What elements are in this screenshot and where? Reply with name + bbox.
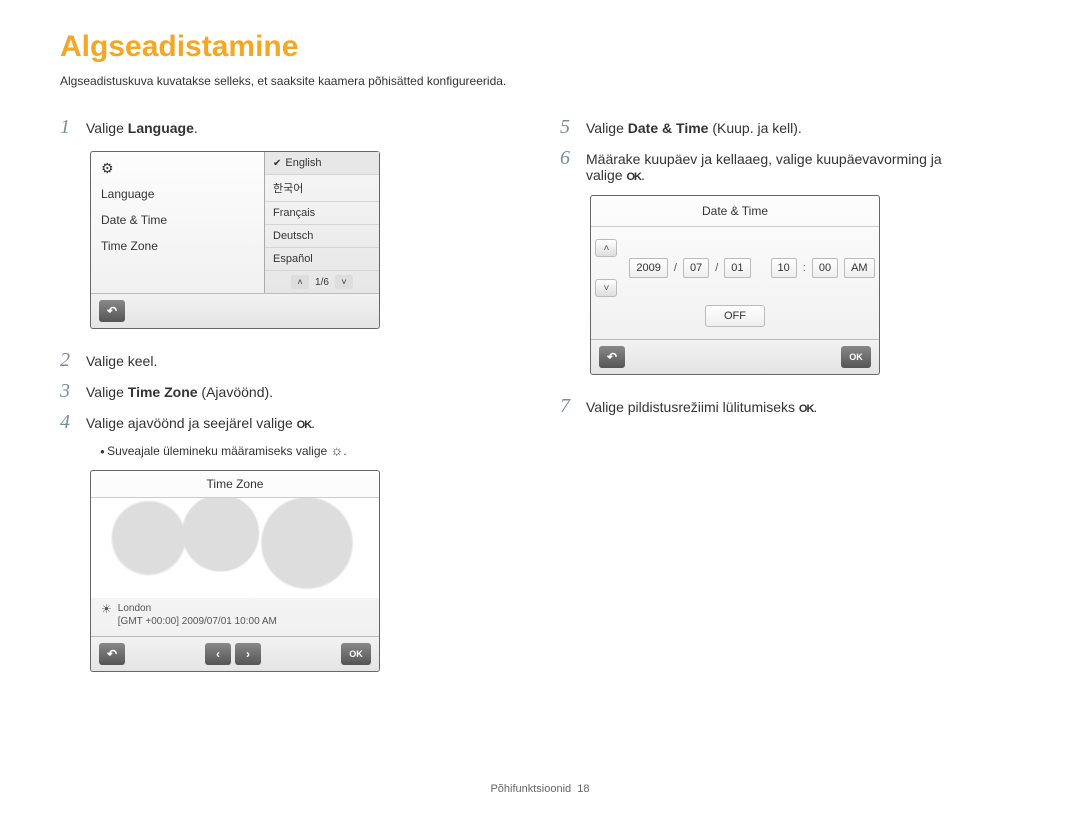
language-option-deutsch[interactable]: Deutsch bbox=[265, 225, 379, 248]
step-2: 2 Valige keel. bbox=[60, 349, 520, 372]
step-6: 6 Määrake kuupäev ja kellaaeg, valige ku… bbox=[560, 147, 1020, 183]
timezone-city: London bbox=[118, 602, 277, 615]
dst-sun-icon bbox=[331, 444, 344, 458]
ok-icon: OK bbox=[626, 171, 641, 183]
step-bold: Language bbox=[128, 120, 194, 136]
time-separator: : bbox=[803, 262, 806, 274]
pager-down-icon[interactable]: ˅ bbox=[335, 275, 353, 289]
language-option-english[interactable]: English bbox=[265, 152, 379, 175]
back-button[interactable]: ↶ bbox=[99, 643, 125, 665]
step-text: valige bbox=[586, 167, 626, 183]
year-cell[interactable]: 2009 bbox=[629, 258, 667, 278]
step-text: (Kuup. ja kell). bbox=[708, 120, 801, 136]
step-3: 3 Valige Time Zone (Ajavöönd). bbox=[60, 380, 520, 403]
up-arrow-button[interactable]: ˄ bbox=[595, 239, 617, 257]
date-separator: / bbox=[715, 262, 718, 274]
back-button[interactable]: ↶ bbox=[599, 346, 625, 368]
language-pager: ˄ 1/6 ˅ bbox=[265, 271, 379, 293]
minute-cell[interactable]: 00 bbox=[812, 258, 838, 278]
step-number: 2 bbox=[60, 349, 78, 372]
pager-text: 1/6 bbox=[315, 277, 329, 288]
check-icon bbox=[273, 157, 281, 169]
page-title: Algseadistamine bbox=[60, 30, 1020, 64]
step-text: Valige bbox=[586, 120, 628, 136]
step-text: Valige bbox=[86, 384, 128, 400]
right-arrow-button[interactable]: › bbox=[235, 643, 261, 665]
step-number: 4 bbox=[60, 411, 78, 434]
pager-up-icon[interactable]: ˄ bbox=[291, 275, 309, 289]
step-bold: Date & Time bbox=[628, 120, 709, 136]
ampm-cell[interactable]: AM bbox=[844, 258, 875, 278]
step-7: 7 Valige pildistusrežiimi lülitumiseks O… bbox=[560, 395, 1020, 418]
step-number: 5 bbox=[560, 116, 578, 139]
back-button[interactable]: ↶ bbox=[99, 300, 125, 322]
datetime-header: Date & Time bbox=[591, 196, 879, 227]
step-text: Määrake kuupäev ja kellaaeg, valige kuup… bbox=[586, 151, 942, 167]
language-option-korean[interactable]: 한국어 bbox=[265, 175, 379, 202]
language-panel: ⚙ Language Date & Time Time Zone English… bbox=[90, 151, 380, 329]
step-text: . bbox=[194, 120, 198, 136]
date-format-off[interactable]: OFF bbox=[705, 305, 765, 327]
world-map[interactable] bbox=[91, 498, 379, 598]
language-option-espanol[interactable]: Español bbox=[265, 248, 379, 271]
step-number: 3 bbox=[60, 380, 78, 403]
gear-icon: ⚙ bbox=[101, 160, 254, 181]
timezone-panel: Time Zone ☀ London [GMT +00:00] 2009/07/… bbox=[90, 470, 380, 672]
step-text: Valige bbox=[86, 120, 128, 136]
day-cell[interactable]: 01 bbox=[724, 258, 750, 278]
hour-cell[interactable]: 10 bbox=[771, 258, 797, 278]
language-option-francais[interactable]: Français bbox=[265, 202, 379, 225]
timezone-detail: [GMT +00:00] 2009/07/01 10:00 AM bbox=[118, 615, 277, 628]
intro-text: Algseadistuskuva kuvatakse selleks, et s… bbox=[60, 74, 1020, 88]
datetime-panel: Date & Time ˄ ˅ 2009 / 07 / 01 10 : 00 bbox=[590, 195, 880, 375]
menu-item-date-time[interactable]: Date & Time bbox=[101, 207, 254, 233]
ok-button[interactable]: OK bbox=[841, 346, 871, 368]
sun-icon[interactable]: ☀ bbox=[101, 602, 112, 616]
step-4-sub: Suveajale ülemineku määramiseks valige . bbox=[100, 442, 520, 458]
step-text: Valige ajavöönd ja seejärel valige bbox=[86, 415, 297, 431]
ok-icon: OK bbox=[297, 419, 312, 431]
page-footer: Põhifunktsioonid 18 bbox=[0, 783, 1080, 795]
step-text: Valige keel. bbox=[86, 353, 157, 369]
step-text: Valige pildistusrežiimi lülitumiseks bbox=[586, 399, 799, 415]
month-cell[interactable]: 07 bbox=[683, 258, 709, 278]
menu-item-language[interactable]: Language bbox=[101, 181, 254, 207]
step-number: 6 bbox=[560, 147, 578, 170]
down-arrow-button[interactable]: ˅ bbox=[595, 279, 617, 297]
step-4: 4 Valige ajavöönd ja seejärel valige OK. bbox=[60, 411, 520, 434]
timezone-header: Time Zone bbox=[91, 471, 379, 498]
ok-icon: OK bbox=[799, 403, 814, 415]
step-number: 1 bbox=[60, 116, 78, 139]
date-separator: / bbox=[674, 262, 677, 274]
step-bold: Time Zone bbox=[128, 384, 198, 400]
menu-item-time-zone[interactable]: Time Zone bbox=[101, 233, 254, 259]
step-5: 5 Valige Date & Time (Kuup. ja kell). bbox=[560, 116, 1020, 139]
step-1: 1 Valige Language. bbox=[60, 116, 520, 139]
step-number: 7 bbox=[560, 395, 578, 418]
step-text: (Ajavöönd). bbox=[198, 384, 273, 400]
left-arrow-button[interactable]: ‹ bbox=[205, 643, 231, 665]
ok-button[interactable]: OK bbox=[341, 643, 371, 665]
